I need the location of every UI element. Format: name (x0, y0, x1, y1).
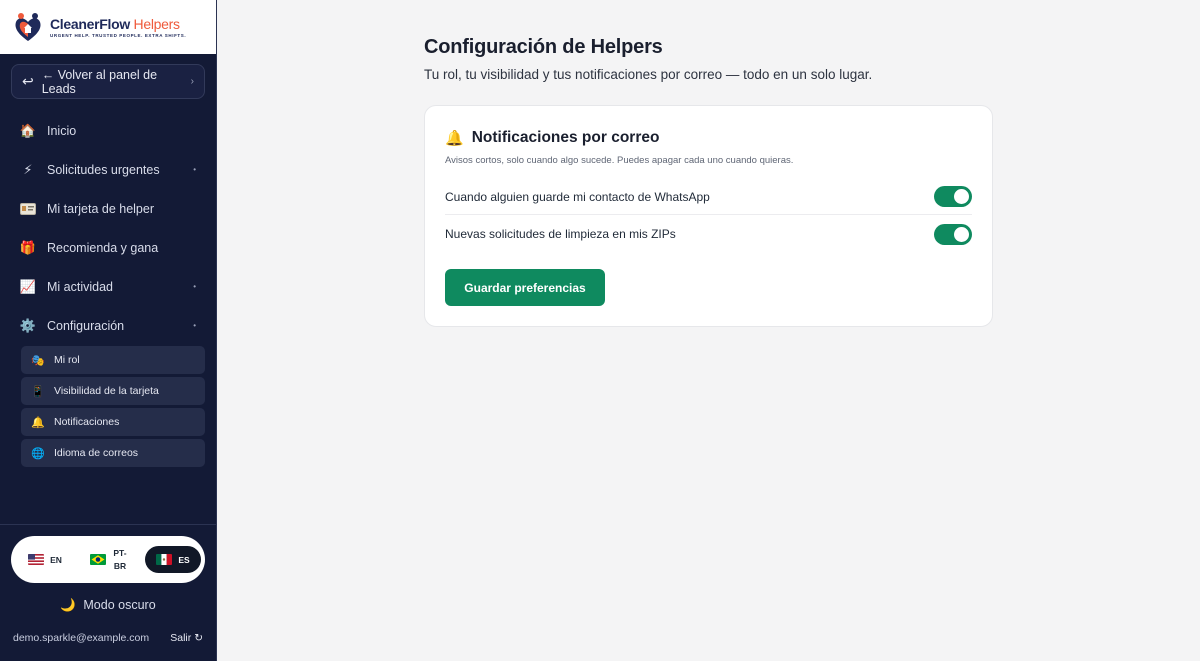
save-preferences-button[interactable]: Guardar preferencias (445, 269, 605, 306)
page-title: Configuración de Helpers (424, 36, 663, 58)
bell-icon: 🔔 (31, 416, 45, 429)
brand-logo-icon (12, 10, 44, 44)
card-title-text: Notificaciones por correo (471, 129, 660, 146)
moon-icon: 🌙 (60, 598, 76, 612)
language-option-en[interactable]: EN (15, 546, 75, 573)
logout-button[interactable]: Salir ↻ (170, 632, 203, 644)
us-flag-icon (28, 554, 45, 565)
gear-icon: ⚙️ (19, 317, 37, 333)
sidebar: CleanerFlow Helpers URGENT HELP. TRUSTED… (0, 0, 217, 661)
sidebar-subitem-visibilidad[interactable]: 📱 Visibilidad de la tarjeta (21, 377, 205, 405)
sidebar-nav: 🏠 Inicio ⚡ Solicitudes urgentes • Mi tar… (0, 111, 216, 345)
sidebar-subitem-idioma[interactable]: 🌐 Idioma de correos (21, 439, 205, 467)
sidebar-item-solicitudes-urgentes[interactable]: ⚡ Solicitudes urgentes • (0, 150, 216, 189)
sidebar-item-label: Configuración (47, 318, 125, 333)
brazil-flag-icon (90, 554, 106, 565)
sidebar-subitem-label: Mi rol (54, 354, 80, 366)
expand-indicator-icon: • (193, 282, 196, 291)
sidebar-item-label: Solicitudes urgentes (47, 162, 160, 177)
phone-icon: 📱 (31, 385, 45, 398)
zips-notification-toggle[interactable] (934, 223, 972, 245)
sidebar-item-label: Mi tarjeta de helper (47, 201, 155, 216)
sidebar-item-label: Mi actividad (47, 279, 113, 294)
sidebar-item-mi-actividad[interactable]: 📈 Mi actividad • (0, 267, 216, 306)
email-notifications-card: 🔔 Notificaciones por correo Avisos corto… (424, 105, 993, 327)
sidebar-item-inicio[interactable]: 🏠 Inicio (0, 111, 216, 150)
preference-row-zips: Nuevas solicitudes de limpieza en mis ZI… (445, 216, 972, 252)
dark-mode-label: Modo oscuro (83, 598, 156, 612)
user-email: demo.sparkle@example.com (13, 632, 150, 644)
sidebar-footer: demo.sparkle@example.com Salir ↻ (13, 632, 203, 644)
card-description: Avisos cortos, solo cuando algo sucede. … (445, 155, 794, 166)
language-label: BR (113, 560, 127, 571)
language-option-pt-br[interactable]: PT- BR (75, 546, 143, 573)
main-content: Configuración de Helpers Tu rol, tu visi… (217, 0, 1200, 661)
gift-icon: 🎁 (19, 239, 37, 255)
preference-label: Nuevas solicitudes de limpieza en mis ZI… (445, 227, 676, 241)
sidebar-item-label: Inicio (47, 123, 77, 138)
return-icon: ↩ (22, 73, 34, 89)
sidebar-subitem-label: Visibilidad de la tarjeta (54, 385, 159, 397)
dark-mode-toggle[interactable]: 🌙 Modo oscuro (0, 598, 216, 613)
sidebar-item-configuracion[interactable]: ⚙️ Configuración • (0, 306, 216, 345)
sidebar-subitem-label: Notificaciones (54, 416, 120, 428)
toggle-knob (954, 226, 969, 242)
logout-label: Salir (170, 632, 192, 644)
language-switcher: EN PT- BR ES (11, 536, 205, 583)
mexico-flag-icon (156, 554, 173, 565)
sidebar-subitem-notificaciones[interactable]: 🔔 Notificaciones (21, 408, 205, 436)
card-title: 🔔 Notificaciones por correo (445, 129, 659, 147)
expand-indicator-icon: • (193, 321, 196, 330)
brand-logo[interactable]: CleanerFlow Helpers URGENT HELP. TRUSTED… (0, 0, 216, 54)
id-card-icon (20, 201, 36, 217)
sidebar-item-label: Recomienda y gana (47, 240, 159, 255)
preference-label: Cuando alguien guarde mi contacto de Wha… (445, 189, 710, 204)
house-icon: 🏠 (19, 122, 37, 138)
sidebar-divider (0, 524, 216, 525)
role-icon: 🎭 (31, 354, 45, 367)
lightning-icon: ⚡ (23, 161, 33, 177)
bell-icon: 🔔 (445, 130, 464, 147)
language-label: ES (178, 554, 190, 565)
brand-tagline: URGENT HELP. TRUSTED PEOPLE. EXTRA SHIFT… (50, 33, 187, 38)
sidebar-item-mi-tarjeta[interactable]: Mi tarjeta de helper (0, 189, 216, 228)
whatsapp-notification-toggle[interactable] (934, 186, 972, 207)
sidebar-item-recomienda[interactable]: 🎁 Recomienda y gana (0, 228, 216, 267)
brand-name: CleanerFlow Helpers (50, 16, 180, 32)
back-to-leads-button[interactable]: ↩ ← Volver al panel de Leads › (11, 64, 205, 99)
sidebar-subitem-mi-rol[interactable]: 🎭 Mi rol (21, 346, 205, 374)
logout-icon: ↻ (194, 632, 203, 644)
page-subtitle: Tu rol, tu visibilidad y tus notificacio… (424, 67, 873, 82)
language-label: PT- (113, 547, 127, 558)
sidebar-subitem-label: Idioma de correos (54, 447, 139, 459)
globe-icon: 🌐 (31, 447, 45, 460)
preference-row-whatsapp: Cuando alguien guarde mi contacto de Wha… (445, 179, 972, 215)
back-to-leads-label: ← Volver al panel de Leads (41, 67, 158, 96)
chevron-right-icon: › (190, 76, 194, 87)
toggle-knob (954, 189, 969, 204)
chart-icon: 📈 (19, 278, 37, 294)
language-option-es[interactable]: ES (145, 546, 201, 573)
language-label: EN (50, 554, 62, 565)
expand-indicator-icon: • (193, 165, 196, 174)
